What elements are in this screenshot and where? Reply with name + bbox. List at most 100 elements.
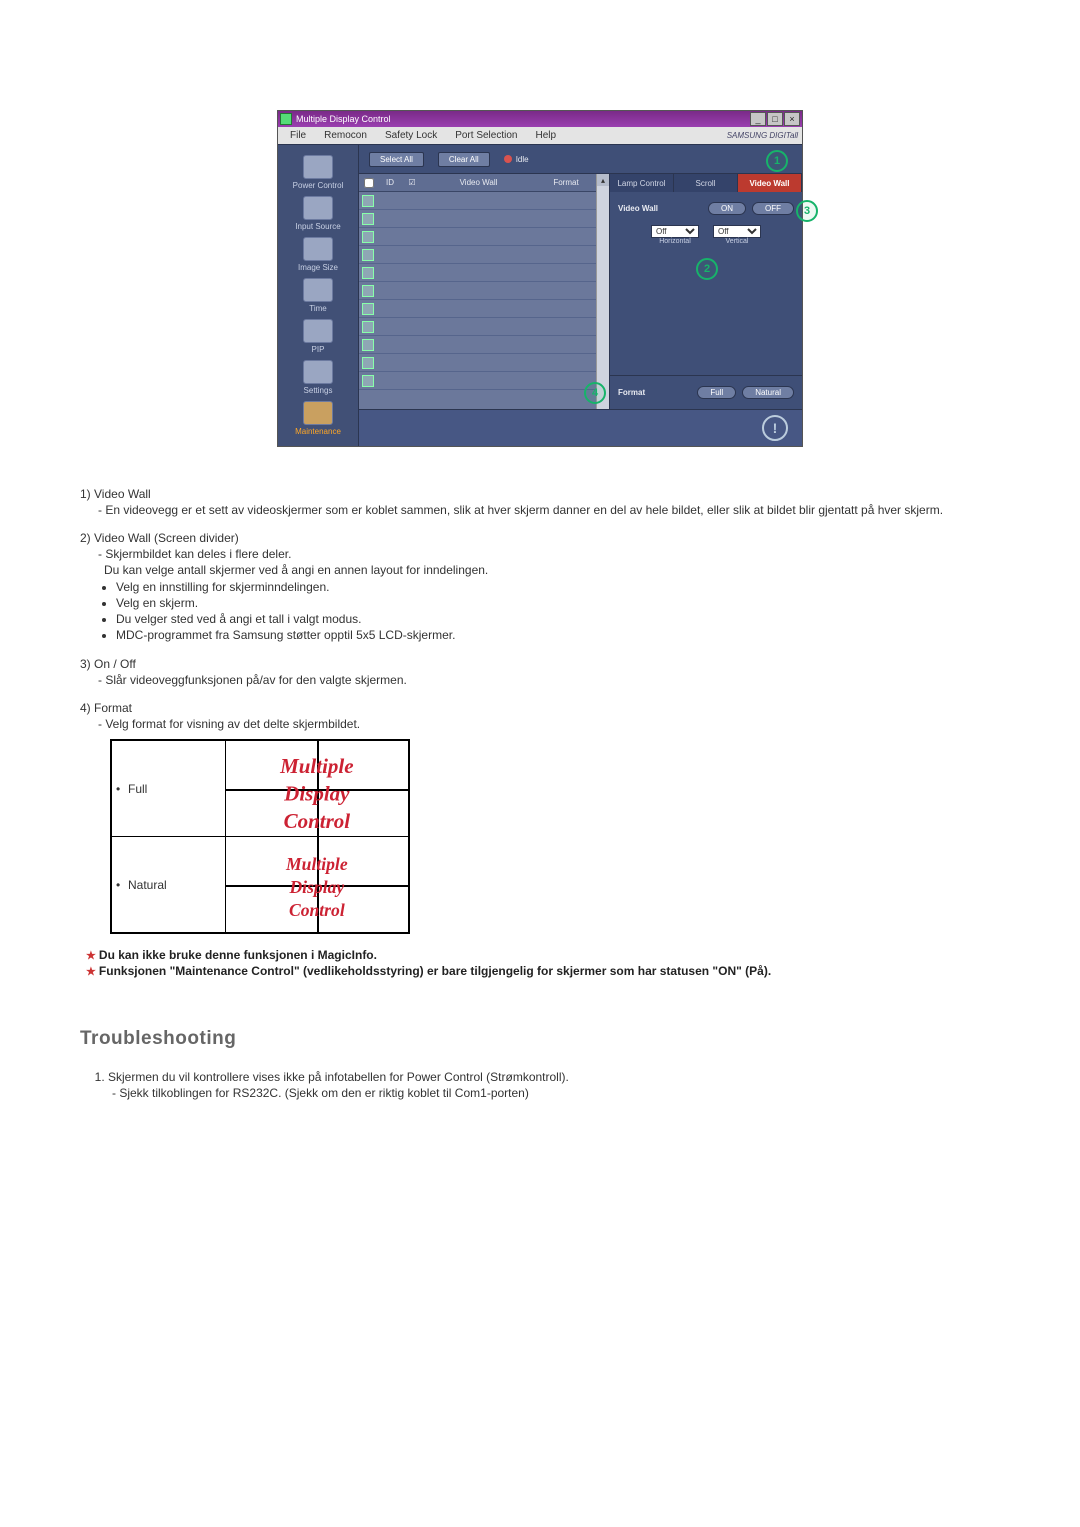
row-checkbox[interactable] [362,321,374,333]
item-3-number: 3) [80,657,91,671]
item-4-number: 4) [80,701,91,715]
nav-pip[interactable]: PIP [278,319,358,354]
vertical-select[interactable]: Off [713,225,761,238]
scroll-up-icon[interactable]: ▴ [597,174,609,186]
menu-port-selection[interactable]: Port Selection [447,129,525,142]
menu-safety-lock[interactable]: Safety Lock [377,129,445,142]
row-checkbox[interactable] [362,213,374,225]
menubar: File Remocon Safety Lock Port Selection … [278,127,802,144]
item-3-desc: - Slår videoveggfunksjonen på/av for den… [80,673,1000,687]
horizontal-select[interactable]: Off [651,225,699,238]
row-checkbox[interactable] [362,357,374,369]
row-checkbox[interactable] [362,249,374,261]
table-row[interactable] [359,372,596,390]
nav-input-source[interactable]: Input Source [278,196,358,231]
video-wall-off-button[interactable]: OFF [752,202,794,215]
troubleshoot-1: Skjermen du vil kontrollere vises ikke p… [108,1070,569,1084]
format-graphic-table: Full Multiple Display Control Natural [110,739,410,934]
table-row[interactable] [359,300,596,318]
table-row[interactable] [359,264,596,282]
horizontal-label: Horizontal [651,238,699,245]
table-row[interactable] [359,336,596,354]
col-video-wall: Video Wall [421,178,536,187]
table-scrollbar[interactable]: ▴ [596,174,609,409]
main-toolbar: Select All Clear All Idle [359,145,802,174]
format-full-graphic: Multiple Display Control [226,740,409,837]
menu-help[interactable]: Help [527,129,564,142]
row-checkbox[interactable] [362,375,374,387]
format-full-label: Full [111,740,226,837]
row-checkbox[interactable] [362,285,374,297]
header-checkbox[interactable] [364,178,374,188]
item-2-desc-1: - Skjermbildet kan deles i flere deler. [80,547,1000,561]
nav-power-control[interactable]: Power Control [278,155,358,190]
col-id: ID [377,178,403,187]
row-checkbox[interactable] [362,267,374,279]
format-natural-button[interactable]: Natural [742,386,794,399]
maximize-button[interactable]: □ [767,112,783,126]
menu-file[interactable]: File [282,129,314,142]
brand-label: SAMSUNG DIGITall [727,131,798,140]
nav-settings[interactable]: Settings [278,360,358,395]
col-status-icon: ☑ [403,178,421,187]
item-2-title: Video Wall (Screen divider) [94,531,239,545]
table-row[interactable] [359,192,596,210]
doc-body: 1) Video Wall - En videovegg er et sett … [80,487,1000,1100]
select-all-button[interactable]: Select All [369,152,424,167]
format-natural-label: Natural [111,837,226,934]
star-note-2: Funksjonen "Maintenance Control" (vedlik… [80,964,1000,978]
video-wall-label: Video Wall [618,204,658,213]
item-2-bullet: Du velger sted ved å angi et tall i valg… [116,611,1000,627]
item-2-bullet: Velg en skjerm. [116,595,1000,611]
app-icon [280,113,292,125]
row-checkbox[interactable] [362,339,374,351]
window-title: Multiple Display Control [296,114,391,124]
minimize-button[interactable]: _ [750,112,766,126]
table-row[interactable] [359,246,596,264]
warning-icon: ! [762,415,788,441]
idle-dot-icon [504,155,512,163]
format-label: Format [618,388,645,397]
col-format: Format [536,178,596,187]
tab-scroll[interactable]: Scroll [674,174,738,192]
footer-panel: ! [359,409,802,446]
display-table: ID ☑ Video Wall Format [359,174,596,409]
tab-video-wall[interactable]: Video Wall [738,174,802,192]
nav-maintenance[interactable]: Maintenance [278,401,358,436]
table-row[interactable] [359,210,596,228]
item-2-desc-2: Du kan velge antall skjermer ved å angi … [80,563,1000,577]
callout-3: 3 [796,200,818,222]
nav-image-size[interactable]: Image Size [278,237,358,272]
row-checkbox[interactable] [362,303,374,315]
callout-2: 2 [696,258,718,280]
item-1-number: 1) [80,487,91,501]
menu-remocon[interactable]: Remocon [316,129,375,142]
tab-lamp-control[interactable]: Lamp Control [610,174,674,192]
callout-1: 1 [766,150,788,172]
table-row[interactable] [359,228,596,246]
callout-4: 4 [584,382,606,404]
item-2-number: 2) [80,531,91,545]
format-natural-graphic: Multiple Display Control [226,837,409,934]
row-checkbox[interactable] [362,231,374,243]
row-checkbox[interactable] [362,195,374,207]
item-4-title: Format [94,701,132,715]
nav-time[interactable]: Time [278,278,358,313]
table-row[interactable] [359,318,596,336]
titlebar: Multiple Display Control _ □ × [278,111,802,127]
item-2-bullet: Velg en innstilling for skjerminndelinge… [116,579,1000,595]
troubleshoot-1-sub: - Sjekk tilkoblingen for RS232C. (Sjekk … [108,1086,1000,1100]
format-full-button[interactable]: Full [697,386,736,399]
vertical-label: Vertical [713,238,761,245]
close-button[interactable]: × [784,112,800,126]
troubleshooting-heading: Troubleshooting [80,1028,1000,1050]
idle-indicator: Idle [504,155,529,164]
table-row[interactable] [359,354,596,372]
clear-all-button[interactable]: Clear All [438,152,490,167]
item-1-title: Video Wall [94,487,151,501]
app-window: Multiple Display Control _ □ × File Remo… [277,110,803,447]
right-panel: 1 Lamp Control Scroll Video Wall Video W… [609,174,802,409]
table-row[interactable] [359,282,596,300]
video-wall-on-button[interactable]: ON [708,202,746,215]
item-2-bullet: MDC-programmet fra Samsung støtter oppti… [116,627,1000,643]
